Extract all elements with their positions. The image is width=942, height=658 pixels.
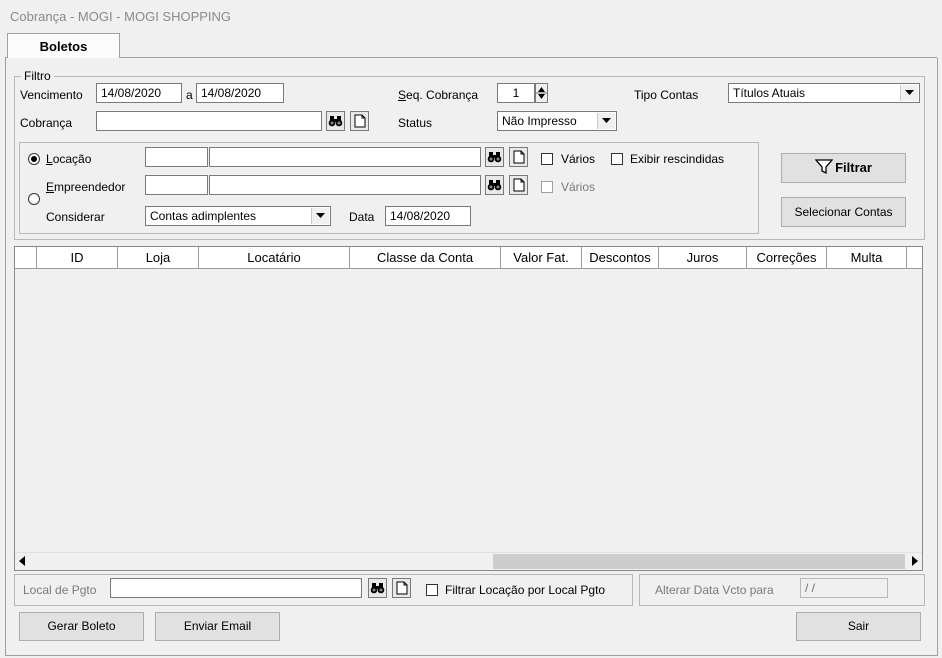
scroll-left-icon[interactable] xyxy=(17,555,27,570)
locacao-label: Locação xyxy=(46,152,92,166)
status-value: Não Impresso xyxy=(502,114,577,128)
binoculars-icon xyxy=(487,152,502,163)
local-pgto-label: Local de Pgto xyxy=(23,583,97,597)
locacao-search-button[interactable] xyxy=(485,147,504,167)
tipo-contas-label: Tipo Contas xyxy=(634,88,699,102)
binoculars-icon xyxy=(487,180,502,191)
column-header-multa[interactable]: Multa xyxy=(827,247,907,268)
local-pgto-new-button[interactable] xyxy=(392,578,411,598)
column-header-id[interactable]: ID xyxy=(37,247,118,268)
column-header-descontos[interactable]: Descontos xyxy=(582,247,659,268)
column-header-juros[interactable]: Juros xyxy=(659,247,747,268)
locacao-radio[interactable] xyxy=(28,153,40,165)
considerar-value: Contas adimplentes xyxy=(150,209,257,223)
local-pgto-input[interactable] xyxy=(110,578,362,598)
exibir-rescindidas-checkbox[interactable] xyxy=(611,153,623,165)
filtrar-button-label: Filtrar xyxy=(835,160,872,175)
chevron-down-icon xyxy=(597,113,615,129)
varios-label: Vários xyxy=(561,152,596,166)
status-select[interactable]: Não Impresso xyxy=(497,111,617,131)
column-header-classe-da-conta[interactable]: Classe da Conta xyxy=(350,247,501,268)
new-document-icon xyxy=(396,581,407,595)
cobranca-input[interactable] xyxy=(96,111,322,131)
empreendedor-code-input[interactable] xyxy=(145,175,208,195)
empreendedor-search-button[interactable] xyxy=(485,175,504,195)
column-header-locatario[interactable]: Locatário xyxy=(199,247,350,268)
filtro-legend: Filtro xyxy=(21,69,54,83)
locacao-name-input[interactable] xyxy=(209,147,481,167)
considerar-label: Considerar xyxy=(46,210,105,224)
data-label: Data xyxy=(349,210,375,224)
empreendedor-label: Empreendedor xyxy=(46,180,126,194)
empreendedor-name-input[interactable] xyxy=(209,175,481,195)
local-pgto-search-button[interactable] xyxy=(368,578,387,598)
varios-empreendedor-checkbox[interactable] xyxy=(541,181,553,193)
varios-checkbox[interactable] xyxy=(541,153,553,165)
locacao-code-input[interactable] xyxy=(145,147,208,167)
exibir-rescindidas-label: Exibir rescindidas xyxy=(630,152,725,166)
cobranca-new-button[interactable] xyxy=(350,111,369,131)
empreendedor-radio[interactable] xyxy=(28,193,40,205)
column-header-correcoes[interactable]: Correções xyxy=(747,247,827,268)
chevron-down-icon xyxy=(900,85,918,101)
column-header-valor-fat[interactable]: Valor Fat. xyxy=(501,247,582,268)
cobranca-search-button[interactable] xyxy=(326,111,345,131)
new-document-icon xyxy=(513,178,524,192)
vencimento-to-input[interactable]: 14/08/2020 xyxy=(196,83,284,103)
seq-cobranca-spinner[interactable] xyxy=(535,83,548,103)
gerar-boleto-button[interactable]: Gerar Boleto xyxy=(19,612,144,641)
grid-header: ID Loja Locatário Classe da Conta Valor … xyxy=(15,247,922,269)
chevron-down-icon xyxy=(311,208,329,224)
new-document-icon xyxy=(513,150,524,164)
vencimento-from-input[interactable]: 14/08/2020 xyxy=(96,83,182,103)
boletos-grid[interactable]: ID Loja Locatário Classe da Conta Valor … xyxy=(14,246,923,571)
tipo-contas-select[interactable]: Títulos Atuais xyxy=(728,83,920,103)
cobranca-label: Cobrança xyxy=(20,116,73,130)
window-title: Cobrança - MOGI - MOGI SHOPPING xyxy=(10,9,232,24)
scroll-track[interactable] xyxy=(34,554,492,569)
vencimento-label: Vencimento xyxy=(20,88,83,102)
filtrar-button[interactable]: Filtrar xyxy=(781,153,906,183)
sair-button[interactable]: Sair xyxy=(796,612,921,641)
selecionar-contas-button[interactable]: Selecionar Contas xyxy=(781,197,906,227)
column-header-loja[interactable]: Loja xyxy=(118,247,199,268)
filtrar-locacao-checkbox[interactable] xyxy=(426,584,438,596)
seq-cobranca-input[interactable]: 1 xyxy=(497,83,535,103)
alterar-data-label: Alterar Data Vcto para xyxy=(655,583,774,597)
data-input[interactable]: 14/08/2020 xyxy=(385,206,471,226)
grid-horizontal-scrollbar[interactable] xyxy=(15,552,922,570)
enviar-email-button[interactable]: Enviar Email xyxy=(155,612,280,641)
vencimento-a-label: a xyxy=(186,88,193,102)
alterar-data-input[interactable]: / / xyxy=(800,578,888,598)
status-label: Status xyxy=(398,116,433,130)
scroll-thumb[interactable] xyxy=(493,554,905,569)
scroll-right-icon[interactable] xyxy=(910,555,920,570)
tab-boletos[interactable]: Boletos xyxy=(7,33,120,59)
locacao-new-button[interactable] xyxy=(509,147,528,167)
new-document-icon xyxy=(354,114,365,128)
filtrar-locacao-label: Filtrar Locação por Local Pgto xyxy=(445,583,606,597)
funnel-icon xyxy=(814,159,834,175)
selecionar-contas-label: Selecionar Contas xyxy=(794,205,893,219)
grid-indicator-column xyxy=(15,247,37,268)
tipo-contas-value: Títulos Atuais xyxy=(733,86,806,100)
empreendedor-new-button[interactable] xyxy=(509,175,528,195)
binoculars-icon xyxy=(370,583,385,594)
binoculars-icon xyxy=(328,116,343,127)
varios-empreendedor-label: Vários xyxy=(561,180,596,194)
considerar-select[interactable]: Contas adimplentes xyxy=(145,206,331,226)
spinner-arrows-icon xyxy=(536,87,547,99)
seq-cobranca-label: Seq. Cobrança xyxy=(398,88,479,102)
